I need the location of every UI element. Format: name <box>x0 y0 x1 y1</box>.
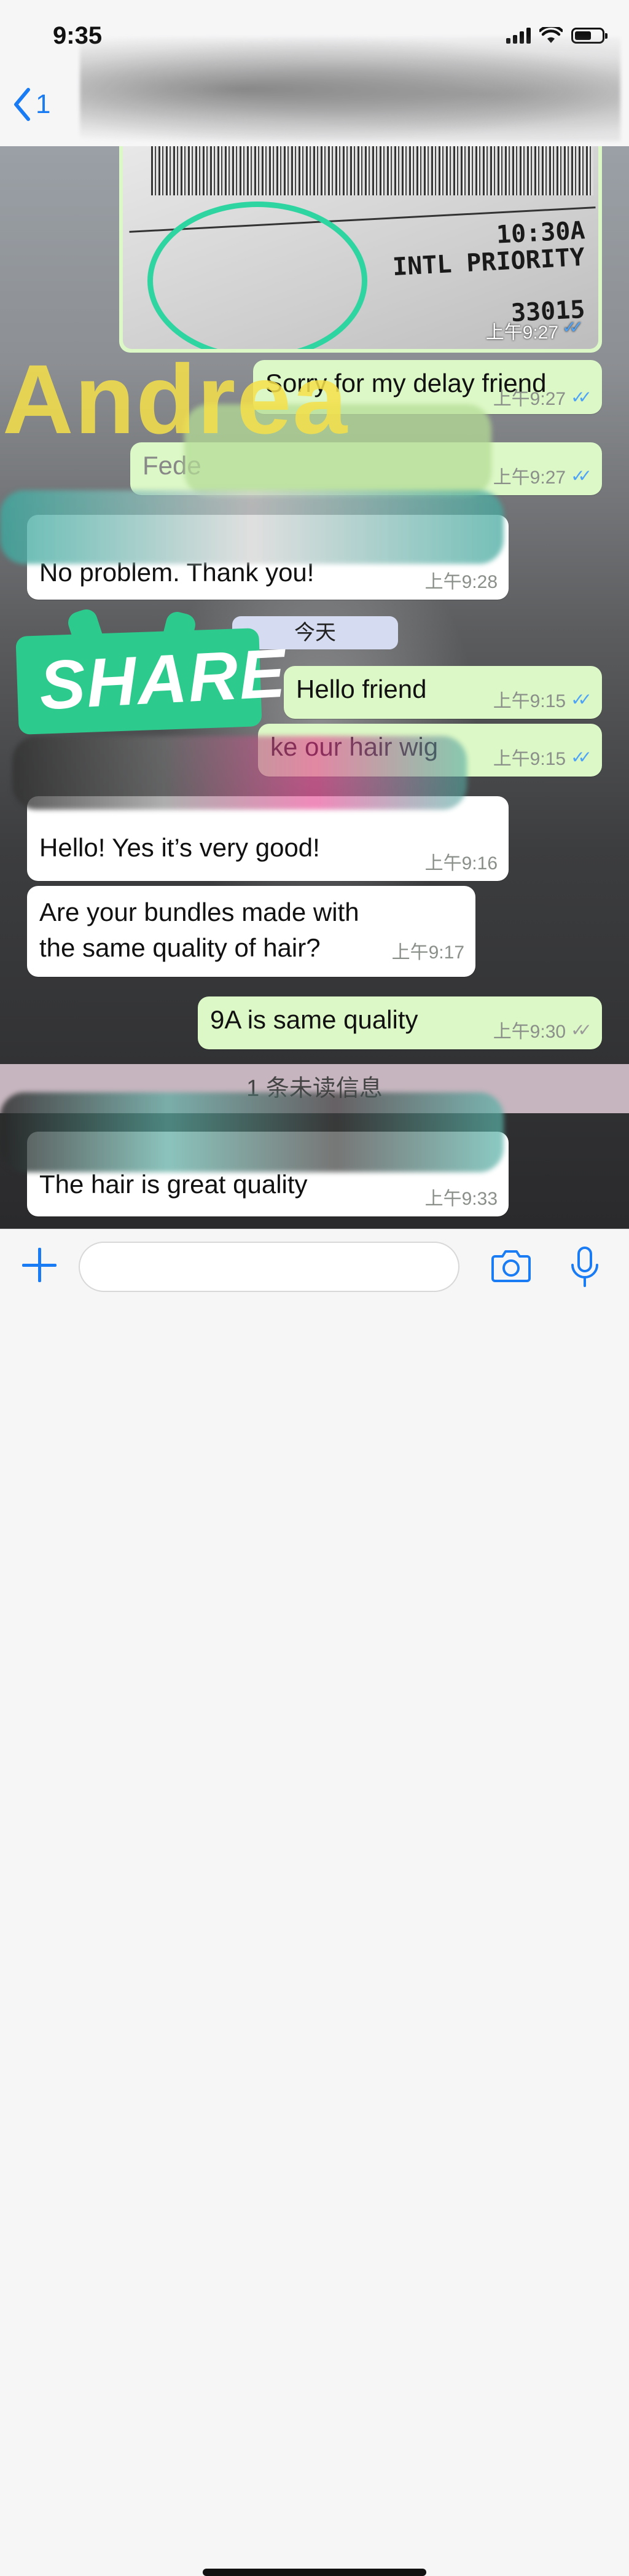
wifi-icon <box>539 27 563 43</box>
microphone-button[interactable] <box>570 1247 600 1291</box>
message-time: 上午9:27 <box>493 468 566 488</box>
message-time: 上午9:33 <box>424 1189 498 1209</box>
outgoing-message[interactable]: Hello friend 上午9:15 ✓✓ <box>284 666 602 719</box>
status-icons <box>506 27 608 44</box>
read-ticks-icon: ✓✓ <box>571 466 592 485</box>
camera-button[interactable] <box>491 1248 531 1285</box>
sent-ticks-icon: ✓✓ <box>571 1020 592 1039</box>
incoming-message[interactable]: No problem. Thank you! 上午9:28 <box>27 515 509 600</box>
share-sticker: SHARE <box>15 606 288 735</box>
sticker-text: SHARE <box>37 634 289 724</box>
home-indicator <box>203 2569 426 2576</box>
message-text: No problem. Thank you! <box>39 558 314 587</box>
outgoing-message[interactable]: 9A is same quality 上午9:30 ✓✓ <box>198 996 602 1049</box>
status-bar: 9:35 <box>0 0 629 74</box>
message-meta: 上午9:27 ✓✓ <box>485 317 584 344</box>
message-time: 上午9:15 <box>493 749 566 769</box>
unread-count: 1 <box>36 89 51 119</box>
message-input-bar <box>0 1229 629 2576</box>
read-ticks-icon: ✓✓ <box>562 318 584 337</box>
message-time: 上午9:27 <box>493 389 566 409</box>
plus-icon[interactable] <box>22 1248 57 1282</box>
barcode <box>151 146 593 195</box>
message-text: Hello! Yes it’s very good! <box>39 833 320 862</box>
incoming-message[interactable]: Hello! Yes it’s very good! 上午9:16 <box>27 796 509 881</box>
microphone-icon <box>571 1247 598 1287</box>
status-time: 9:35 <box>53 22 103 49</box>
message-time: 上午9:15 <box>493 691 566 711</box>
message-text: Hello friend <box>296 675 427 703</box>
message-time: 上午9:27 <box>485 323 559 343</box>
chat-header: 1 <box>0 74 629 147</box>
label-service: INTL PRIORITY <box>391 243 585 282</box>
back-chevron-icon <box>14 88 30 121</box>
back-button[interactable]: 1 <box>12 87 50 122</box>
read-ticks-icon: ✓✓ <box>571 689 592 709</box>
highlight-circle <box>147 202 367 349</box>
read-ticks-icon: ✓✓ <box>571 387 592 407</box>
signal-icon <box>506 28 531 44</box>
read-ticks-icon: ✓✓ <box>571 747 592 767</box>
outgoing-message[interactable]: ke our hair wig 上午9:15 ✓✓ <box>258 724 602 777</box>
message-time: 上午9:28 <box>424 572 498 592</box>
camera-icon <box>491 1250 531 1282</box>
message-input[interactable] <box>79 1242 459 1292</box>
battery-icon <box>571 28 608 44</box>
chat-area[interactable]: 10:30A INTL PRIORITY 33015 上午9:27 ✓✓ Sor… <box>0 146 629 1229</box>
image-message[interactable]: 10:30A INTL PRIORITY 33015 上午9:27 ✓✓ <box>119 146 602 353</box>
message-time: 上午9:17 <box>391 942 464 963</box>
incoming-message[interactable]: The hair is great quality 上午9:33 <box>27 1132 509 1216</box>
message-time: 上午9:16 <box>424 853 498 874</box>
shipping-label-photo: 10:30A INTL PRIORITY 33015 上午9:27 ✓✓ <box>123 146 598 349</box>
name-watermark: Andrea <box>2 344 349 454</box>
message-text: The hair is great quality <box>39 1170 308 1199</box>
message-text: 9A is same quality <box>210 1005 418 1034</box>
message-text: ke our hair wig <box>270 732 439 761</box>
message-text: Are your bundles made with the same qual… <box>39 898 359 962</box>
unread-messages-banner: 1 条未读信息 <box>0 1064 629 1113</box>
message-time: 上午9:30 <box>493 1022 566 1042</box>
incoming-message[interactable]: Are your bundles made with the same qual… <box>27 886 475 977</box>
